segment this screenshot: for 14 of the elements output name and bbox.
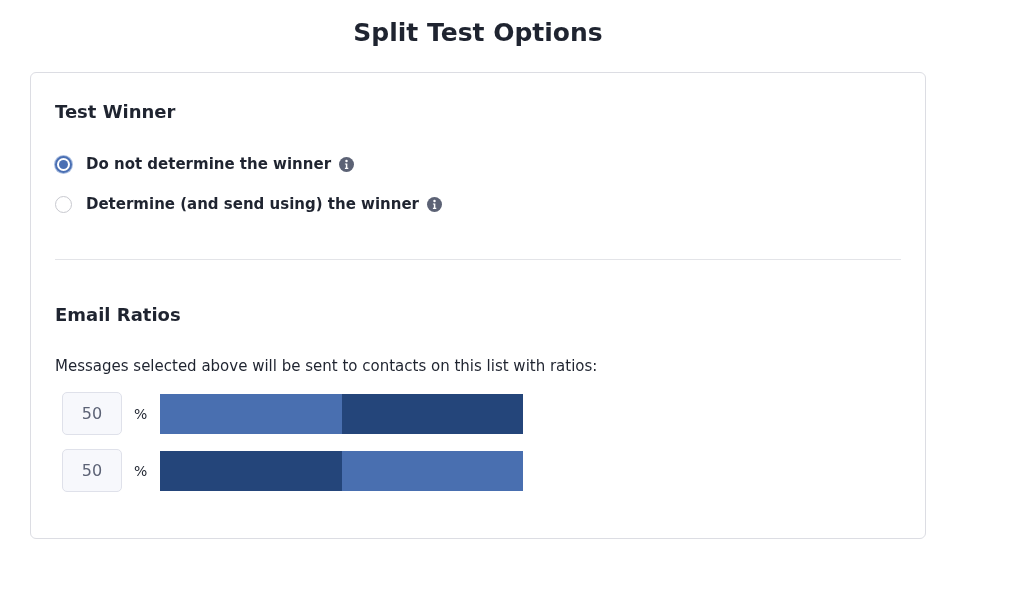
radio-label[interactable]: Determine (and send using) the winner: [86, 195, 419, 213]
percent-label: %: [134, 405, 149, 422]
radio-button[interactable]: [55, 195, 72, 213]
percent-label: %: [134, 462, 149, 479]
page-title: Split Test Options: [352, 17, 604, 49]
section-heading: Test Winner: [55, 100, 177, 124]
description-text: Messages selected above will be sent to contacts on this list with ratios:: [55, 356, 599, 376]
section-heading: Email Ratios: [55, 303, 182, 327]
info-icon[interactable]: [427, 196, 442, 212]
ratio-input[interactable]: 50: [62, 449, 122, 492]
info-icon[interactable]: [339, 156, 355, 172]
radio-label[interactable]: Do not determine the winner: [86, 155, 332, 173]
radio-button[interactable]: [55, 155, 72, 173]
ratio-input[interactable]: 50: [62, 392, 122, 435]
